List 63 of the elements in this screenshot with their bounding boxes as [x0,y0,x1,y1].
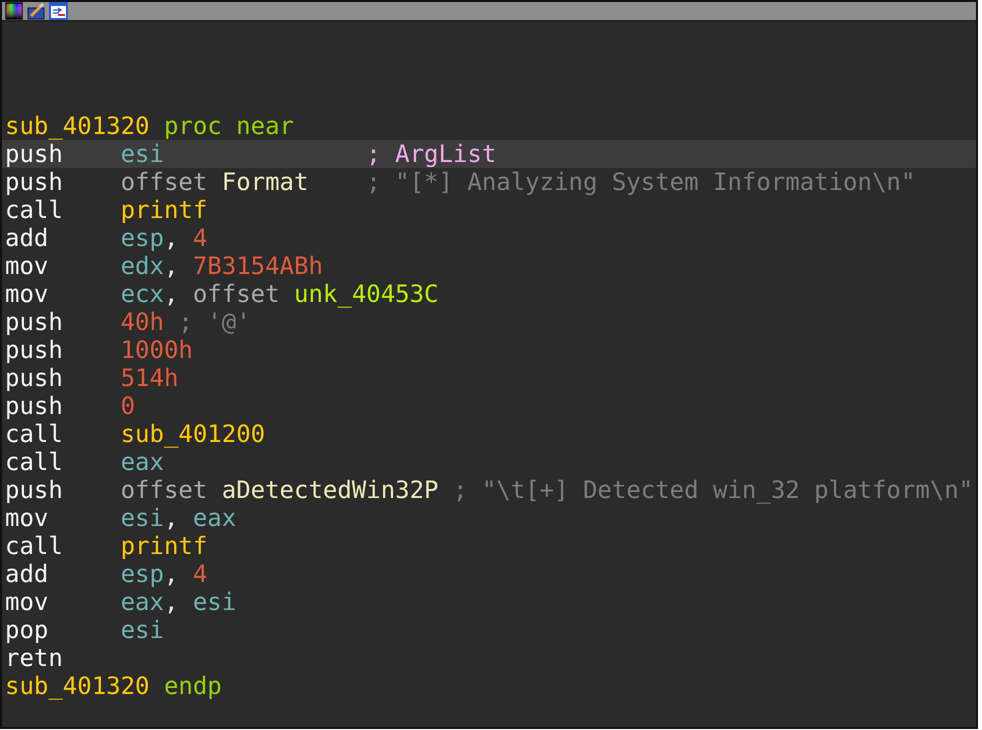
comma: , [164,252,178,280]
comment: ; "[*] Analyzing System Information\n" [366,168,916,196]
mnemonic: push [5,392,64,420]
function-name: sub_401320 [5,672,150,700]
operand: printf [120,532,208,560]
mnemonic: add [5,560,50,588]
comment: ; "\t[+] Detected win_32 platform\n" [452,476,974,504]
directive: endp [164,672,222,700]
operand: 7B3154ABh [192,252,323,280]
operand: 1000h [120,336,193,364]
mnemonic: push [5,308,64,336]
mnemonic: push [5,336,64,364]
operand: 514h [120,364,178,392]
window-icon[interactable] [49,2,68,20]
operand: eax [120,588,164,616]
operand: ecx [120,280,164,308]
comma: , [164,280,178,308]
operand: 4 [192,224,208,252]
operand: Format [222,168,308,196]
mnemonic: mov [5,504,50,532]
mnemonic: call [5,420,64,448]
comma: , [164,560,178,588]
mnemonic: call [5,448,64,476]
mnemonic: push [5,140,64,168]
mnemonic: mov [5,588,50,616]
function-name: sub_401320 [5,112,150,140]
operand: sub_401200 [120,420,266,448]
operand: 40h [120,308,164,336]
operand: esi [120,140,164,168]
mnemonic: push [5,364,64,392]
mnemonic: push [5,168,64,196]
operand: offset [192,280,280,308]
mnemonic: push [5,476,64,504]
operand: esi [120,616,164,644]
operand: eax [192,504,236,532]
operand: esi [192,588,236,616]
mnemonic: mov [5,252,50,280]
operand: 0 [120,392,136,420]
comma: , [164,224,178,252]
operand: eax [120,448,164,476]
mnemonic: retn [5,644,64,672]
operand: printf [120,196,208,224]
operand: unk_40453C [294,280,439,308]
operand: esp [120,560,164,588]
operand: offset [120,168,208,196]
comment: ; '@' [178,308,251,336]
mnemonic: call [5,196,64,224]
operand: 4 [192,560,208,588]
operand: esp [120,224,164,252]
operand: edx [120,252,164,280]
comment: ; ArgList [366,140,496,168]
comma: , [164,588,178,616]
mnemonic: pop [5,616,50,644]
palette-icon[interactable] [5,2,24,20]
pencil-icon[interactable] [27,2,46,20]
comma: , [164,504,178,532]
directive: proc near [164,112,294,140]
mnemonic: call [5,532,64,560]
operand: aDetectedWin32P [222,476,438,504]
operand: esi [120,504,164,532]
operand: offset [120,476,208,504]
mnemonic: mov [5,280,50,308]
mnemonic: add [5,224,50,252]
